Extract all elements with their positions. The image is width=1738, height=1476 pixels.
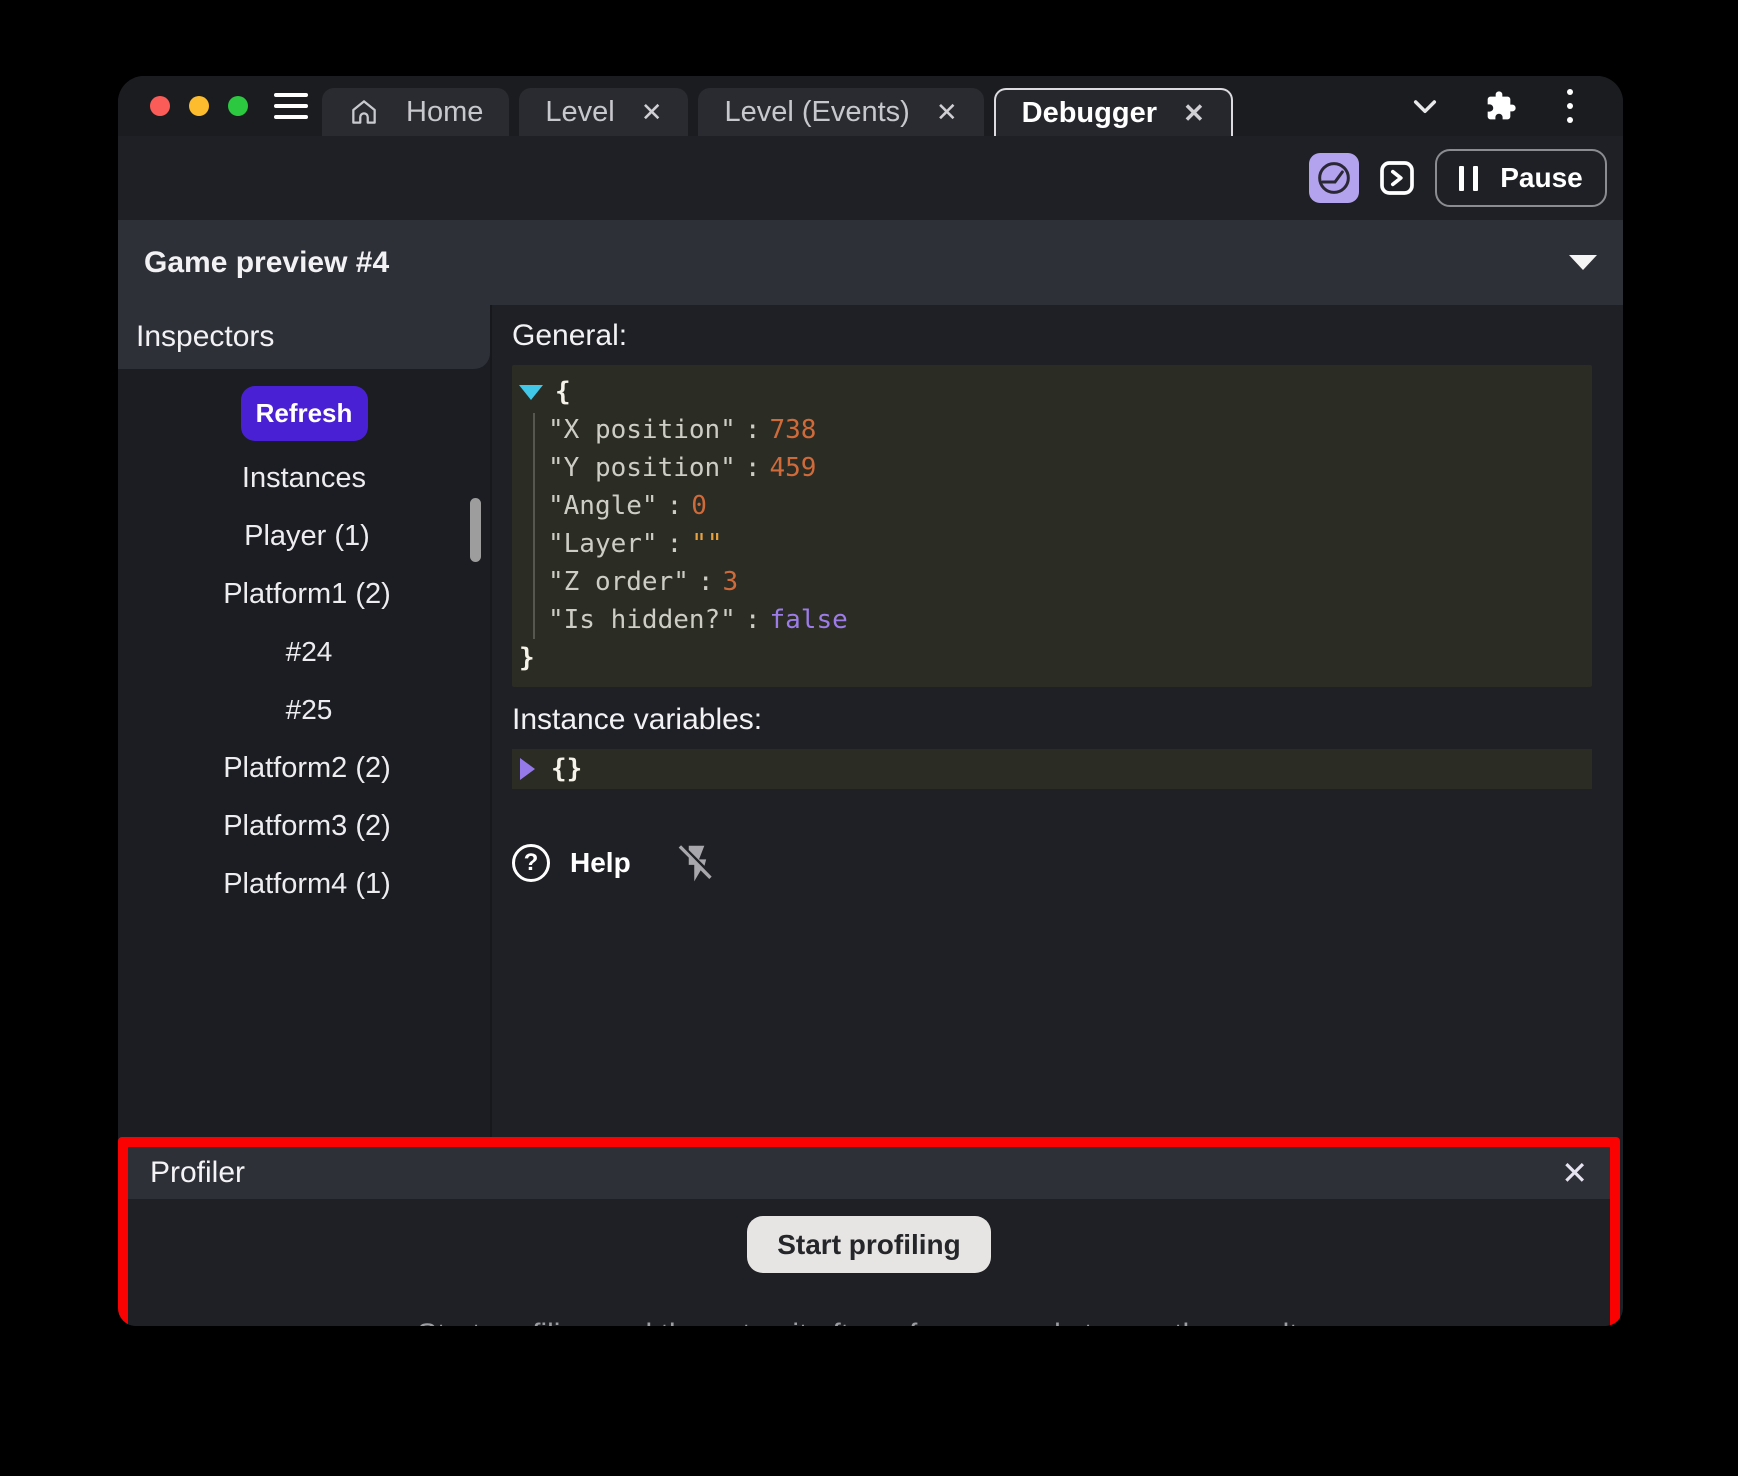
menu-icon[interactable] <box>274 93 308 119</box>
tree-item[interactable]: #25 <box>118 681 490 739</box>
json-row: "Y position":459 <box>512 449 1592 487</box>
open-brace: { <box>555 377 571 407</box>
zoom-window-button[interactable] <box>228 96 248 116</box>
tree-item-label: Player (1) <box>244 520 370 553</box>
help-label: Help <box>570 847 631 879</box>
tree-item[interactable]: Platform4 (1) <box>118 855 490 913</box>
variables-value: {} <box>551 754 582 784</box>
collapse-triangle-icon[interactable] <box>519 385 543 400</box>
tab-bar: Home Level ✕ Level (Events) ✕ Debugger ✕ <box>322 88 1233 136</box>
json-value: 459 <box>770 453 817 483</box>
traffic-lights <box>150 96 248 116</box>
console-icon[interactable] <box>1377 158 1417 198</box>
instances-tree: Instances Player (1) Platform1 (2) #24 <box>118 449 490 913</box>
tab-close-icon[interactable]: ✕ <box>1183 100 1205 126</box>
json-value: 0 <box>691 491 707 521</box>
instance-variables-title: Instance variables: <box>512 703 1623 737</box>
json-value: 3 <box>723 567 739 597</box>
inspectors-header: Inspectors <box>118 305 490 369</box>
json-key: "X position" <box>548 415 736 445</box>
profiler-close-icon[interactable]: ✕ <box>1561 1157 1588 1189</box>
inspectors-title: Inspectors <box>136 320 274 354</box>
chevron-down-icon[interactable] <box>1409 90 1441 122</box>
profiler-message: Start profiling and then stop it after a… <box>128 1318 1610 1326</box>
expand-triangle-icon[interactable] <box>520 758 535 780</box>
preview-title: Game preview #4 <box>144 246 389 280</box>
help-row: ? Help <box>512 841 1623 885</box>
tree-item-label: Instances <box>242 462 366 495</box>
pause-button[interactable]: Pause <box>1435 149 1607 207</box>
tab-close-icon[interactable]: ✕ <box>641 99 663 125</box>
tree-item-label: Platform4 (1) <box>223 868 391 901</box>
tab-level-events[interactable]: Level (Events) ✕ <box>698 88 983 136</box>
indent-guide <box>533 413 535 639</box>
start-profiling-button[interactable]: Start profiling <box>747 1216 991 1273</box>
extensions-puzzle-icon[interactable] <box>1485 90 1517 122</box>
tree-item-label: Platform1 (2) <box>223 578 391 611</box>
tree-item[interactable]: Platform2 (2) <box>118 739 490 797</box>
profiler-toggle-button[interactable] <box>1309 153 1359 203</box>
general-section-title: General: <box>512 319 1623 353</box>
close-window-button[interactable] <box>150 96 170 116</box>
json-key: "Z order" <box>548 567 689 597</box>
json-value: "" <box>691 529 722 559</box>
json-value: false <box>770 605 848 635</box>
app-window: Home Level ✕ Level (Events) ✕ Debugger ✕ <box>118 76 1623 1326</box>
json-key: "Angle" <box>548 491 658 521</box>
json-viewer: { "X position":738 "Y position":459 "Ang… <box>512 365 1592 687</box>
json-value: 738 <box>770 415 817 445</box>
debugger-toolbar: Pause <box>118 136 1623 220</box>
tab-debugger[interactable]: Debugger ✕ <box>994 88 1233 136</box>
tree-item-label: Platform2 (2) <box>223 752 391 785</box>
tree-item[interactable]: #24 <box>118 623 490 681</box>
tab-label: Level (Events) <box>724 96 909 129</box>
scrollbar-thumb[interactable] <box>470 498 481 562</box>
help-icon[interactable]: ? <box>512 844 550 882</box>
tab-label: Home <box>406 96 483 129</box>
variables-bar: {} <box>512 749 1592 789</box>
tree-item[interactable]: Platform1 (2) <box>118 565 490 623</box>
tab-level[interactable]: Level ✕ <box>519 88 688 136</box>
json-key: "Y position" <box>548 453 736 483</box>
preview-chevron-icon[interactable] <box>1569 255 1597 270</box>
kebab-menu-icon[interactable] <box>1561 87 1579 125</box>
preview-header[interactable]: Game preview #4 <box>118 220 1623 305</box>
profiler-title: Profiler <box>150 1156 245 1190</box>
pause-icon <box>1459 166 1478 191</box>
pause-label: Pause <box>1500 162 1583 194</box>
gauge-icon <box>1314 158 1354 198</box>
titlebar-right-actions <box>1409 87 1579 125</box>
close-brace: } <box>519 643 535 673</box>
profiler-body: Start profiling Start profiling and then… <box>128 1199 1610 1326</box>
tree-item-label: #24 <box>286 636 333 668</box>
minimize-window-button[interactable] <box>189 96 209 116</box>
tab-label: Debugger <box>1022 97 1157 130</box>
flash-off-icon[interactable] <box>675 841 719 885</box>
tree-item-label: #25 <box>286 694 333 726</box>
main-content: Inspectors Refresh Instances Player (1) … <box>118 305 1623 1326</box>
json-row: "Layer":"" <box>512 525 1592 563</box>
tab-home[interactable]: Home <box>322 88 509 136</box>
json-key: "Is hidden?" <box>548 605 736 635</box>
refresh-button[interactable]: Refresh <box>241 386 368 441</box>
titlebar: Home Level ✕ Level (Events) ✕ Debugger ✕ <box>118 76 1623 136</box>
json-row: "X position":738 <box>512 411 1592 449</box>
home-icon <box>348 96 380 128</box>
tree-item[interactable]: Platform3 (2) <box>118 797 490 855</box>
tab-label: Level <box>545 96 614 129</box>
tree-item-label: Platform3 (2) <box>223 810 391 843</box>
tree-item[interactable]: Player (1) <box>118 507 490 565</box>
json-row: "Is hidden?":false <box>512 601 1592 639</box>
tab-close-icon[interactable]: ✕ <box>936 99 958 125</box>
tree-item[interactable]: Instances <box>118 449 490 507</box>
json-row: "Z order":3 <box>512 563 1592 601</box>
json-key: "Layer" <box>548 529 658 559</box>
profiler-panel: Profiler ✕ Start profiling Start profili… <box>118 1137 1620 1326</box>
profiler-header: Profiler ✕ <box>128 1147 1610 1199</box>
json-row: "Angle":0 <box>512 487 1592 525</box>
